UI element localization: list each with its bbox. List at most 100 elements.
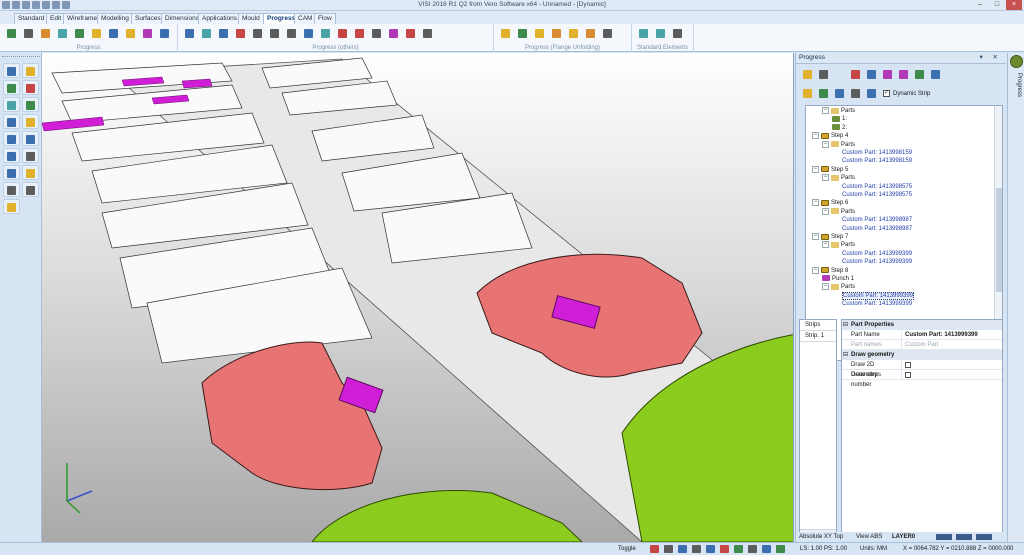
step-icon[interactable]: [21, 26, 36, 41]
standard-pin-icon[interactable]: [653, 26, 668, 41]
undo-step-icon[interactable]: [22, 182, 39, 197]
expand-toggle-icon[interactable]: −: [812, 199, 819, 207]
side-tab-progress[interactable]: Progress: [1010, 73, 1022, 97]
unfold-icon[interactable]: [72, 26, 87, 41]
move-up-icon[interactable]: [896, 67, 911, 82]
standard-punch-icon[interactable]: [636, 26, 651, 41]
tree-node-part[interactable]: 1:: [832, 115, 847, 123]
toggle-button[interactable]: Toggle: [618, 543, 636, 555]
shade-icon[interactable]: [22, 131, 39, 146]
tab-flow[interactable]: Flow: [314, 13, 336, 24]
deselect-icon[interactable]: [22, 63, 39, 78]
view-indicator[interactable]: View ABS: [856, 532, 882, 542]
tab-surfaces[interactable]: Surfaces: [131, 13, 165, 24]
carrier-icon[interactable]: [106, 26, 121, 41]
rotate-icon[interactable]: [199, 26, 214, 41]
tree-node-part[interactable]: 2:: [832, 124, 847, 132]
tree-node-custom[interactable]: Custom Part: 1413998987: [832, 225, 912, 233]
polar-icon[interactable]: [692, 545, 701, 553]
tree-node-parts[interactable]: − Parts: [822, 207, 855, 216]
insert-step-icon[interactable]: [864, 67, 879, 82]
color-swatch-3[interactable]: [976, 534, 992, 540]
tree-node-punch[interactable]: Punch 1: [822, 275, 854, 283]
layer-indicator[interactable]: LAYER0: [892, 532, 915, 542]
visibility-icon[interactable]: [734, 545, 743, 553]
emboss-icon[interactable]: [284, 26, 299, 41]
standard-spring-icon[interactable]: [670, 26, 685, 41]
notch-icon[interactable]: [352, 26, 367, 41]
tab-modelling[interactable]: Modelling: [97, 13, 133, 24]
snap-icon[interactable]: [650, 545, 659, 553]
refold-icon[interactable]: [532, 26, 547, 41]
check-icon[interactable]: [420, 26, 435, 41]
toolbar-grip[interactable]: [2, 56, 40, 59]
show-parts-icon[interactable]: [800, 86, 815, 101]
tracking-icon[interactable]: [706, 545, 715, 553]
panel-pin-icon[interactable]: ▾ ✕: [979, 53, 1002, 63]
window-select-icon[interactable]: [3, 80, 20, 95]
regenerate-icon[interactable]: [816, 86, 831, 101]
punch-icon[interactable]: [89, 26, 104, 41]
flange-length-icon[interactable]: [583, 26, 598, 41]
bridge-icon[interactable]: [301, 26, 316, 41]
prop-row-part-name[interactable]: Part Name Custom Part: 1413999399: [842, 330, 1002, 340]
ortho-icon[interactable]: [678, 545, 687, 553]
new-strip-icon[interactable]: [800, 67, 815, 82]
color-swatch-1[interactable]: [936, 534, 952, 540]
tree-node-parts[interactable]: − Parts: [822, 241, 855, 249]
tree-node-step[interactable]: − Step 7: [812, 233, 848, 241]
grid-icon[interactable]: [664, 545, 673, 553]
measure-icon[interactable]: [3, 114, 20, 129]
tree-node-custom[interactable]: Custom Part: 1413999399: [832, 250, 912, 258]
expand-toggle-icon[interactable]: −: [812, 132, 819, 140]
expand-toggle-icon[interactable]: −: [822, 140, 829, 148]
3d-viewport[interactable]: [42, 53, 794, 542]
flange-icon[interactable]: [250, 26, 265, 41]
strip-layout-icon[interactable]: [4, 26, 19, 41]
strip-item[interactable]: Strip. 1: [800, 331, 836, 342]
add-step-icon[interactable]: [848, 67, 863, 82]
tab-wireframe[interactable]: Wireframe: [63, 13, 101, 24]
tab-standard[interactable]: Standard: [14, 13, 49, 24]
edit-strip-icon[interactable]: [816, 67, 831, 82]
simulation-icon[interactable]: [386, 26, 401, 41]
expand-toggle-icon[interactable]: −: [822, 241, 829, 249]
expand-toggle-icon[interactable]: −: [812, 233, 819, 240]
dynamic-strip-checkbox[interactable]: ✓: [883, 90, 890, 97]
refresh-icon[interactable]: [3, 148, 20, 163]
tree-node-custom[interactable]: Custom Part: 1413998987: [832, 216, 912, 224]
draw-2d-checkbox[interactable]: [905, 362, 911, 368]
refresh-strip-icon[interactable]: [832, 86, 847, 101]
neutral-fibre-icon[interactable]: [566, 26, 581, 41]
color-swatch-2[interactable]: [956, 534, 972, 540]
dynamic-icon[interactable]: [762, 545, 771, 553]
expand-toggle-icon[interactable]: −: [822, 283, 829, 291]
bend-table-icon[interactable]: [549, 26, 564, 41]
tree-node-custom[interactable]: Custom Part: 1413998159: [832, 157, 912, 165]
tree-node-step[interactable]: − Step 6: [812, 199, 848, 207]
layers-icon[interactable]: [3, 131, 20, 146]
cut-icon[interactable]: [335, 26, 350, 41]
slot-icon[interactable]: [318, 26, 333, 41]
trim-icon[interactable]: [369, 26, 384, 41]
prop-row-draw-steps[interactable]: Draw steps number: [842, 370, 1002, 388]
expand-toggle-icon[interactable]: −: [822, 107, 829, 114]
die-set-icon[interactable]: [123, 26, 138, 41]
expand-toggle-icon[interactable]: −: [812, 266, 819, 274]
dimension-icon[interactable]: [22, 165, 39, 180]
draw-steps-checkbox[interactable]: [905, 372, 911, 378]
tab-applications[interactable]: Applications: [198, 13, 242, 24]
confirm-icon[interactable]: [22, 97, 39, 112]
move-down-icon[interactable]: [912, 67, 927, 82]
zoom-icon[interactable]: [22, 148, 39, 163]
copy-step-icon[interactable]: [216, 26, 231, 41]
tree-node-parts[interactable]: − Parts: [822, 140, 855, 149]
filter-status-icon[interactable]: [748, 545, 757, 553]
tree-node-custom[interactable]: Custom Part: 1413998575: [832, 191, 912, 199]
tree-node-custom[interactable]: Custom Part: 1413999399: [832, 300, 912, 308]
tree-node-step[interactable]: − Step 8: [812, 266, 848, 275]
form-icon[interactable]: [267, 26, 282, 41]
expand-toggle-icon[interactable]: −: [822, 207, 829, 215]
pilot-icon[interactable]: [55, 26, 70, 41]
edit-icon[interactable]: [22, 114, 39, 129]
